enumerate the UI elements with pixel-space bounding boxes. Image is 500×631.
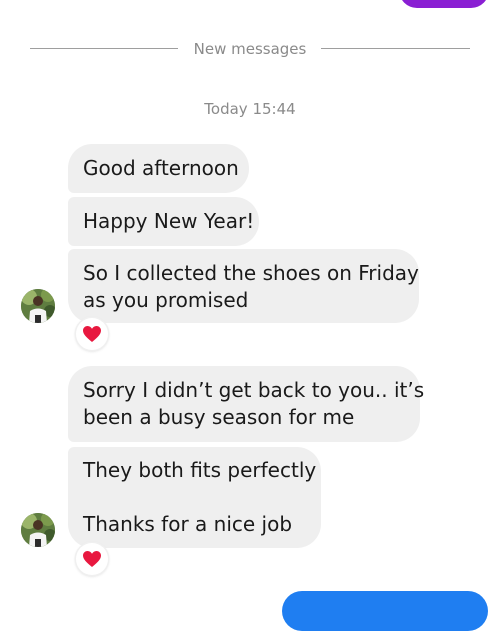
new-messages-divider: New messages [0,38,500,60]
incoming-message-bubble[interactable]: They both fits perfectly Thanks for a ni… [68,447,321,548]
sender-avatar[interactable] [21,513,55,547]
new-messages-label: New messages [193,40,307,58]
message-timestamp: Today 15:44 [204,100,296,118]
avatar-photo [21,513,55,547]
message-text: Good afternoon [83,156,239,180]
incoming-message-bubble[interactable]: So I collected the shoes on Friday as yo… [68,249,419,323]
heart-icon [83,326,101,342]
incoming-message-bubble[interactable]: Happy New Year! [68,197,259,246]
divider-line [321,48,470,49]
heart-reaction[interactable] [76,543,108,575]
message-text-line: So I collected the shoes on Friday [83,261,419,285]
incoming-message-bubble[interactable]: Good afternoon [68,144,249,193]
message-text-line: Sorry I didn’t get back to you.. it’s [83,378,425,402]
avatar-photo [21,289,55,323]
divider-line [30,48,178,49]
outgoing-message-bubble[interactable] [282,591,488,631]
message-text: Happy New Year! [83,209,255,233]
incoming-message-bubble[interactable]: Sorry I didn’t get back to you.. it’s be… [68,366,424,442]
message-text-line: Thanks for a nice job [83,512,293,536]
message-text-line: They both fits perfectly [83,458,317,482]
heart-icon [83,551,101,567]
message-text-line: been a busy season for me [83,405,355,429]
outgoing-message-bubble[interactable] [399,0,489,8]
heart-reaction[interactable] [76,318,108,350]
sender-avatar[interactable] [21,289,55,323]
message-text-line: as you promised [83,288,249,312]
